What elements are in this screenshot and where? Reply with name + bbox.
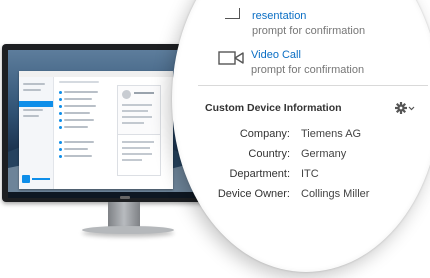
- gear-icon[interactable]: [394, 101, 416, 115]
- list-line: [64, 141, 94, 143]
- section-divider: [198, 85, 428, 86]
- list-dot: [59, 112, 62, 115]
- field-label-device-owner: Device Owner:: [217, 188, 290, 200]
- list-dot: [59, 98, 62, 101]
- list-dot: [59, 141, 62, 144]
- list-line: [64, 112, 90, 114]
- magnified-panel: resentation prompt for confirmation Vide…: [172, 0, 430, 272]
- brand-logo: [22, 175, 50, 183]
- list-line: [64, 91, 98, 93]
- field-value-department: ITC: [301, 168, 319, 180]
- sidebar-line: [23, 83, 45, 85]
- list-line: [64, 155, 92, 157]
- list-line: [64, 105, 96, 107]
- magnifier-lens: resentation prompt for confirmation Vide…: [172, 0, 430, 272]
- sidebar-selected-item: [19, 101, 53, 107]
- list-line: [64, 126, 88, 128]
- field-value-company: Tiemens AG: [301, 128, 362, 140]
- field-label-department: Department:: [229, 168, 290, 180]
- list-dot: [59, 155, 62, 158]
- field-label-country: Country:: [248, 148, 290, 160]
- sidebar-line: [23, 89, 41, 91]
- sidebar-line: [23, 109, 43, 111]
- app-sidebar: [19, 77, 54, 189]
- section-title: Custom Device Information: [205, 102, 342, 114]
- list-dot: [59, 148, 62, 151]
- sidebar-line: [23, 115, 39, 117]
- properties-window-thumbnail: [117, 134, 161, 176]
- list-dot: [59, 126, 62, 129]
- monitor-stand-base: [82, 226, 174, 234]
- list-dot: [59, 119, 62, 122]
- field-value-device-owner: Collings Miller: [301, 188, 370, 200]
- presentation-icon: [225, 8, 240, 19]
- search-box: [59, 81, 99, 83]
- list-line: [64, 119, 94, 121]
- video-call-subtitle: prompt for confirmation: [251, 64, 365, 76]
- presentation-title: resentation: [252, 10, 307, 22]
- list-line: [64, 148, 88, 150]
- presentation-subtitle: prompt for confirmation: [252, 25, 366, 37]
- list-dot: [59, 91, 62, 94]
- list-dot: [59, 105, 62, 108]
- list-line: [64, 98, 92, 100]
- video-camera-icon: [218, 51, 244, 65]
- video-call-title[interactable]: Video Call: [251, 49, 301, 61]
- device-detail-window-thumbnail: [117, 85, 161, 139]
- field-label-company: Company:: [239, 128, 290, 140]
- field-value-country: Germany: [301, 148, 347, 160]
- monitor-logo: [120, 196, 130, 199]
